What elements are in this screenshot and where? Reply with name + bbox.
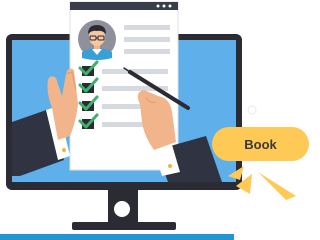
online-form-illustration xyxy=(6,1,296,230)
illustration-stage: Book xyxy=(0,0,313,240)
decorative-dot xyxy=(247,105,257,115)
power-button-icon xyxy=(114,201,130,217)
accent-bar xyxy=(0,234,234,240)
book-button[interactable]: Book xyxy=(212,127,309,161)
profile-avatar-icon xyxy=(78,20,116,60)
